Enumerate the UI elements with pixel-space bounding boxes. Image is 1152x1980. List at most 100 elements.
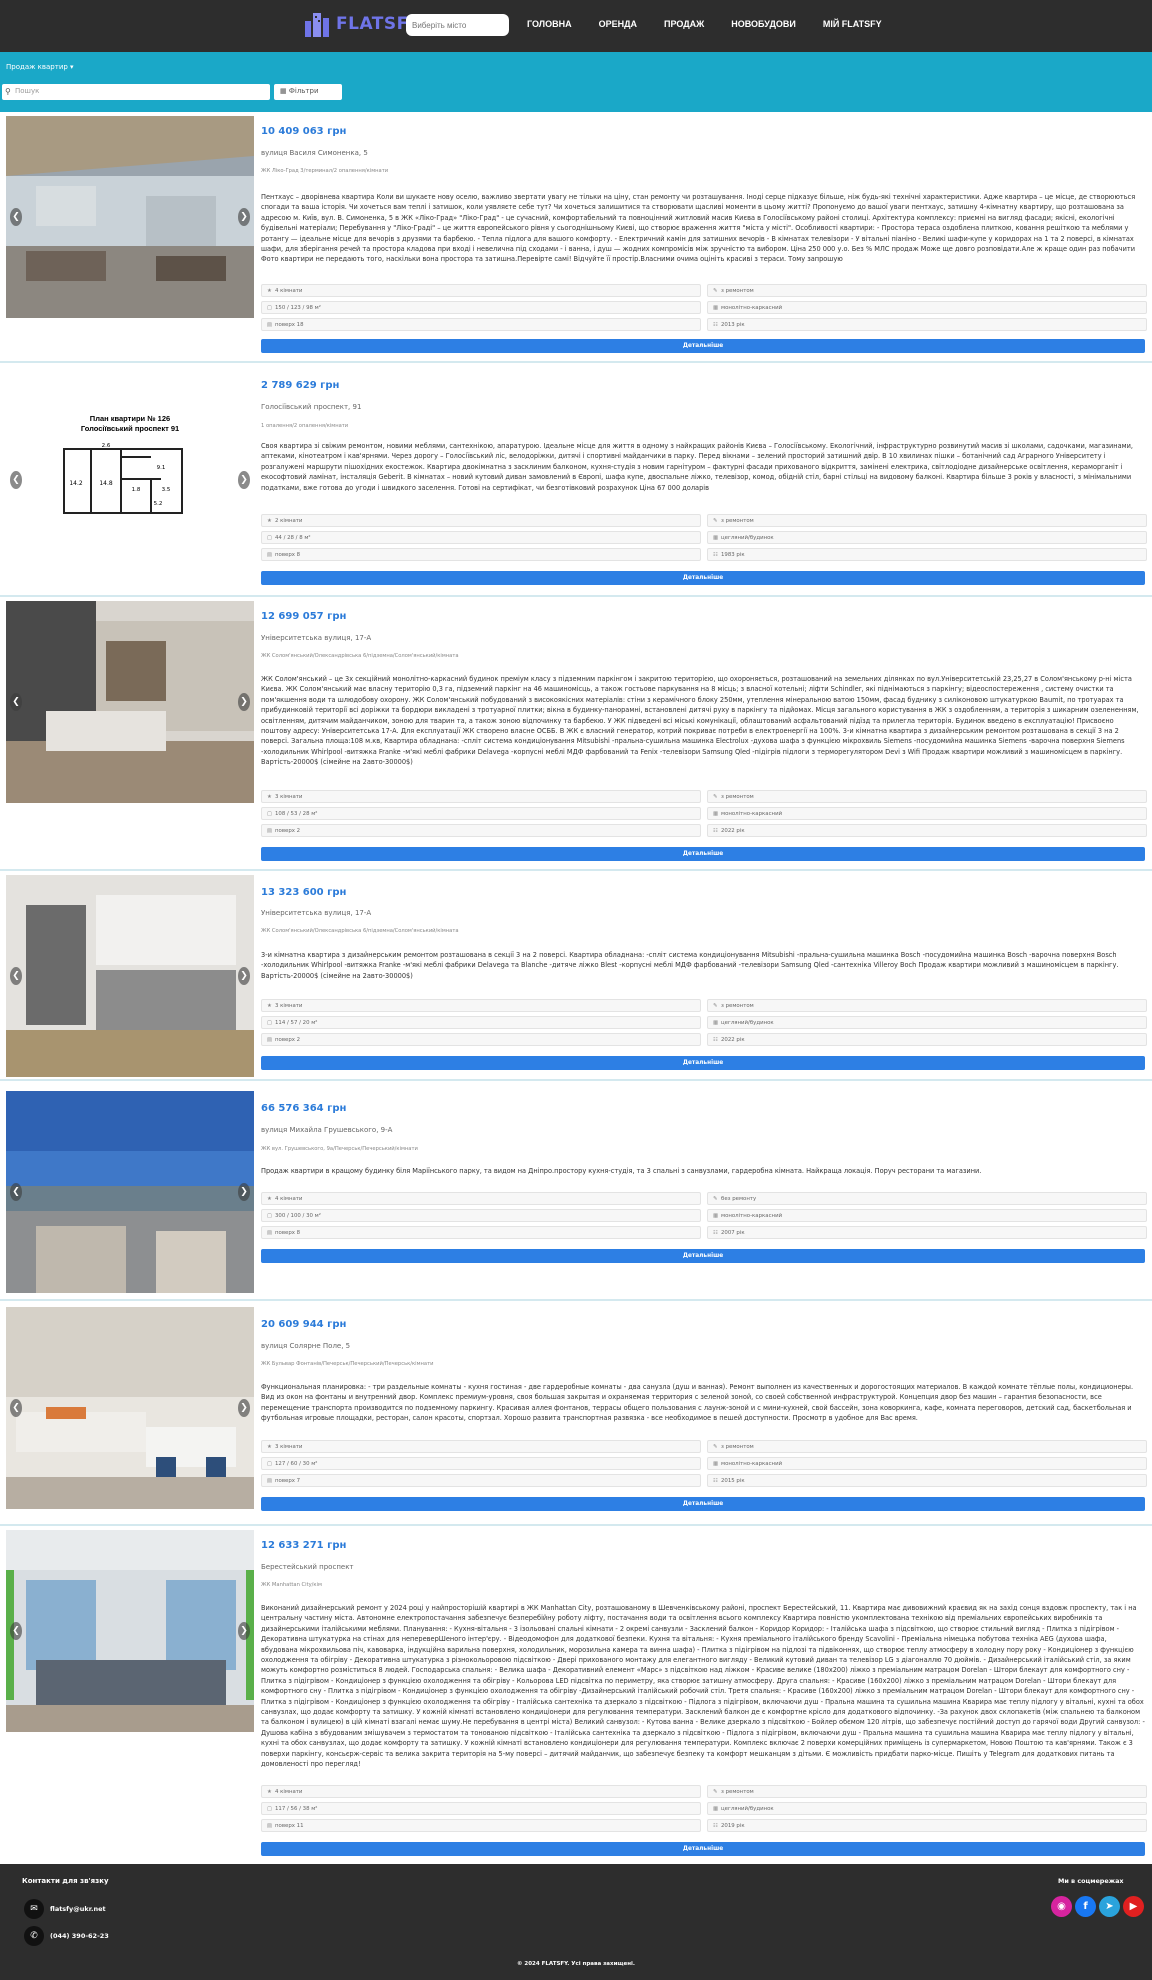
listing-photo[interactable]: ❮ ❯ bbox=[6, 116, 254, 318]
next-photo-button[interactable]: ❯ bbox=[238, 1399, 250, 1417]
listing-photo[interactable]: ❮ ❯ bbox=[6, 1091, 254, 1293]
instagram-icon[interactable]: ◉ bbox=[1051, 1896, 1072, 1917]
listing-description: Пентхаус – дворівнева квартира Коли ви ш… bbox=[261, 193, 1136, 264]
telegram-icon[interactable]: ➤ bbox=[1099, 1896, 1120, 1917]
prev-photo-button[interactable]: ❮ bbox=[10, 1399, 22, 1417]
listing-description: Продаж квартири в кращому будинку біля М… bbox=[261, 1167, 982, 1175]
repair-cell: ✎ з ремонтом bbox=[707, 1440, 1147, 1453]
year-cell: ☷ 2015 рік bbox=[707, 1474, 1147, 1487]
listing-photo[interactable]: План квартири № 126 Голосіївський проспе… bbox=[6, 367, 254, 593]
floor-icon: ▤ bbox=[267, 322, 273, 328]
listing-address: вулиця Василя Симоненка, 5 bbox=[261, 149, 368, 157]
year-value: 1983 рік bbox=[721, 552, 745, 558]
floor-cell: ▤ поверх 7 bbox=[261, 1474, 701, 1487]
listing-card: ❮ ❯ 10 409 063 грн вулиця Василя Симонен… bbox=[0, 112, 1152, 363]
listing-photo[interactable]: ❮ ❯ bbox=[6, 1307, 254, 1509]
details-button[interactable]: Детальніше bbox=[261, 339, 1145, 353]
youtube-icon[interactable]: ▶ bbox=[1123, 1896, 1144, 1917]
details-button[interactable]: Детальніше bbox=[261, 847, 1145, 861]
listing-complex: ЖК Manhattan City/кім bbox=[261, 1582, 322, 1588]
walls-value: монолітно-каркасний bbox=[721, 811, 783, 817]
listing-card: ❮ ❯ 13 323 600 грн Університетська вулиц… bbox=[0, 871, 1152, 1081]
details-button[interactable]: Детальніше bbox=[261, 1249, 1145, 1263]
nav-home[interactable]: ГОЛОВНА bbox=[527, 19, 572, 29]
repair-cell: ✎ з ремонтом bbox=[707, 514, 1147, 527]
prev-photo-button[interactable]: ❮ bbox=[10, 208, 22, 226]
email-text[interactable]: flatsfy@ukr.net bbox=[50, 1905, 106, 1913]
listing-photo[interactable]: ❮ ❯ bbox=[6, 1530, 254, 1732]
next-photo-button[interactable]: ❯ bbox=[238, 1622, 250, 1640]
rooms-icon: ★ bbox=[267, 1003, 272, 1009]
contacts-title: Контакти для зв'язку bbox=[22, 1877, 109, 1885]
details-button[interactable]: Детальніше bbox=[261, 1497, 1145, 1511]
brush-icon: ✎ bbox=[713, 1003, 718, 1009]
email-contact[interactable]: ✉ flatsfy@ukr.net bbox=[24, 1899, 106, 1919]
listing-photo[interactable]: ❮ ❯ bbox=[6, 875, 254, 1077]
prev-photo-button[interactable]: ❮ bbox=[10, 1183, 22, 1201]
listing-price: 12 699 057 грн bbox=[261, 611, 347, 622]
listing-address: Університетська вулиця, 17-А bbox=[261, 909, 372, 917]
area-cell: ▢ 300 / 100 / 30 м² bbox=[261, 1209, 701, 1222]
rooms-icon: ★ bbox=[267, 1196, 272, 1202]
walls-value: цегляний/будинок bbox=[721, 535, 774, 541]
walls-cell: ▦ цегляний/будинок bbox=[707, 1802, 1147, 1815]
floor-cell: ▤ поверх 11 bbox=[261, 1819, 701, 1832]
walls-icon: ▦ bbox=[713, 1213, 719, 1219]
calendar-icon: ☷ bbox=[713, 1037, 718, 1043]
logo[interactable]: FLATSFY bbox=[302, 9, 422, 39]
floor-cell: ▤ поверх 8 bbox=[261, 548, 701, 561]
plan-title: План квартири № 126 bbox=[90, 414, 170, 423]
phone-text[interactable]: (044) 390-62-23 bbox=[50, 1932, 109, 1940]
bedroom-photo bbox=[6, 1530, 254, 1732]
floor-icon: ▤ bbox=[267, 828, 273, 834]
filters-button[interactable]: ▦ Фільтри bbox=[274, 84, 342, 100]
nav-sale[interactable]: ПРОДАЖ bbox=[664, 19, 704, 29]
prev-photo-button[interactable]: ❮ bbox=[10, 471, 22, 489]
rooms-cell: ★ 4 кімнати bbox=[261, 284, 701, 297]
area-cell: ▢ 117 / 56 / 38 м² bbox=[261, 1802, 701, 1815]
nav-new-buildings[interactable]: НОВОБУДОВИ bbox=[731, 19, 796, 29]
rooms-icon: ★ bbox=[267, 288, 272, 294]
listing-complex: ЖК Ліко-Град 3/терминал/2 опалення/кімна… bbox=[261, 168, 389, 174]
brush-icon: ✎ bbox=[713, 794, 718, 800]
rooms-cell: ★ 3 кімнати bbox=[261, 790, 701, 803]
next-photo-button[interactable]: ❯ bbox=[238, 208, 250, 226]
prev-photo-button[interactable]: ❮ bbox=[10, 693, 22, 711]
details-button[interactable]: Детальніше bbox=[261, 1056, 1145, 1070]
calendar-icon: ☷ bbox=[713, 1823, 718, 1829]
details-button[interactable]: Детальніше bbox=[261, 1842, 1145, 1856]
year-cell: ☷ 2022 рік bbox=[707, 824, 1147, 837]
listing-type-select[interactable]: Продаж квартир ▾ bbox=[6, 63, 74, 71]
nav-my-flatsfy[interactable]: МІЙ FLATSFY bbox=[823, 19, 882, 29]
phone-contact[interactable]: ✆ (044) 390-62-23 bbox=[24, 1926, 109, 1946]
plan-label: 14.2 bbox=[69, 480, 83, 487]
search-placeholder: Пошук bbox=[15, 87, 40, 95]
year-value: 2019 рік bbox=[721, 1823, 745, 1829]
details-button[interactable]: Детальніше bbox=[261, 571, 1145, 585]
next-photo-button[interactable]: ❯ bbox=[238, 471, 250, 489]
year-cell: ☷ 2007 рік bbox=[707, 1226, 1147, 1239]
next-photo-button[interactable]: ❯ bbox=[238, 1183, 250, 1201]
nav-rent[interactable]: ОРЕНДА bbox=[599, 19, 637, 29]
year-value: 2022 рік bbox=[721, 1037, 745, 1043]
prev-photo-button[interactable]: ❮ bbox=[10, 1622, 22, 1640]
rooms-value: 4 кімнати bbox=[275, 1789, 303, 1795]
prev-photo-button[interactable]: ❮ bbox=[10, 967, 22, 985]
floor-cell: ▤ поверх 2 bbox=[261, 824, 701, 837]
rooms-value: 3 кімнати bbox=[275, 1003, 303, 1009]
brush-icon: ✎ bbox=[713, 1444, 718, 1450]
search-input[interactable]: ⚲ Пошук bbox=[2, 84, 270, 100]
rooms-icon: ★ bbox=[267, 518, 272, 524]
kitchen-photo bbox=[6, 601, 254, 803]
listing-photo[interactable]: ❮ ❯ bbox=[6, 601, 254, 803]
city-input[interactable] bbox=[406, 14, 509, 36]
facebook-icon[interactable]: f bbox=[1075, 1896, 1096, 1917]
year-value: 2007 рік bbox=[721, 1230, 745, 1236]
walls-cell: ▦ монолітно-каркасний bbox=[707, 807, 1147, 820]
plan-label: 9.1 bbox=[157, 465, 166, 471]
year-value: 2022 рік bbox=[721, 828, 745, 834]
walls-icon: ▦ bbox=[713, 1461, 719, 1467]
listing-price: 10 409 063 грн bbox=[261, 126, 347, 137]
next-photo-button[interactable]: ❯ bbox=[238, 967, 250, 985]
next-photo-button[interactable]: ❯ bbox=[238, 693, 250, 711]
